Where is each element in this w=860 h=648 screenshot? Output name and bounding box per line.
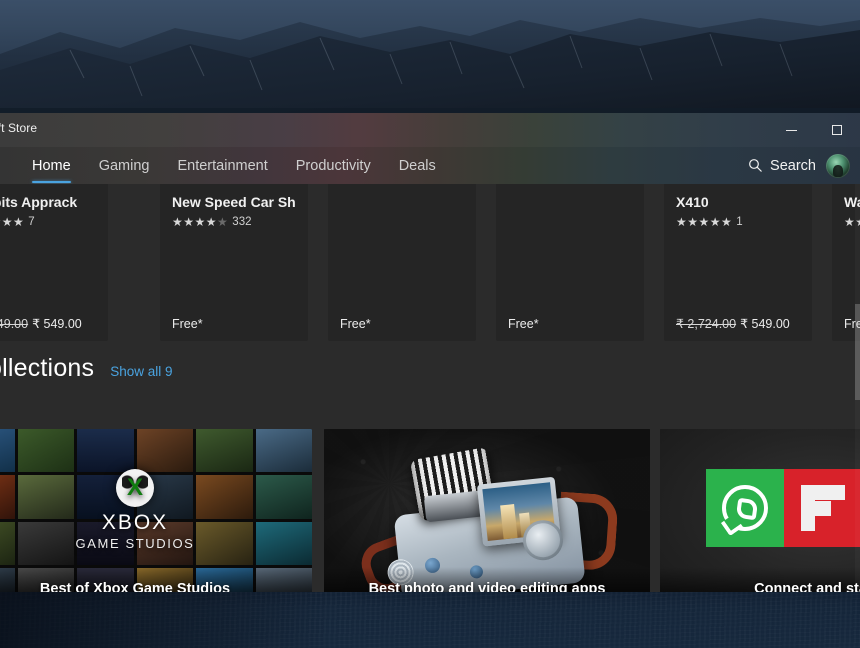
vertical-scrollbar[interactable] [855,184,860,592]
scrollbar-thumb[interactable] [855,304,860,400]
collection-card-xbox[interactable]: XBOX GAME STUDIOS Best of Xbox Game Stud… [0,429,312,592]
collections-header: ollections Show all 9 [0,354,860,394]
stars-icon: ★★★★★ [0,215,25,229]
tab-entertainment[interactable]: Entertainment [163,147,281,184]
app-price: ₹ 2,049.00₹ 549.00 [0,316,82,331]
whatsapp-icon [722,485,768,531]
tab-gaming[interactable]: Gaming [85,147,164,184]
app-card[interactable]: New Speed Car Shift ★★★★★ 332 Free* [160,184,308,341]
tab-productivity-label: Productivity [295,157,371,174]
price-current: Free* [508,317,539,331]
flipboard-icon [801,485,845,531]
rating-count: 7 [28,216,35,228]
price-current: Free* [340,317,371,331]
navigation-bar: Home Gaming Entertainment Productivity D… [0,147,860,184]
app-price: ₹ 2,724.00 ₹ 549.00 [676,316,790,331]
app-price: Free* [508,317,539,331]
app-rating: ★★★★★ 1 [676,215,800,229]
xbox-logo: XBOX GAME STUDIOS [0,469,312,551]
whatsapp-tile [706,469,784,547]
tab-deals[interactable]: Deals [385,147,450,184]
price-original: ₹ 2,724.00 [676,317,737,331]
price-current: ₹ 549.00 [32,317,82,331]
maximize-button[interactable] [814,113,860,147]
collection-caption: Best photo and video editing apps [324,567,650,592]
app-title: New Speed Car Shift [172,194,296,210]
search-button[interactable]: Search [748,158,816,174]
search-label: Search [770,157,816,174]
flipboard-tile [784,469,860,547]
app-rating: ★★★★★ 332 [172,215,296,229]
tab-home[interactable]: Home [18,147,85,184]
tab-home-label: Home [32,157,71,174]
tab-deals-label: Deals [398,157,436,174]
rating-count: 1 [736,216,743,228]
price-current: Free* [172,317,203,331]
app-card[interactable]: Thebits Apprack ★★★★★ 7 ₹ 2,049.00₹ 549.… [0,184,108,341]
collection-caption: Best of Xbox Game Studios [0,567,312,592]
stars-icon: ★★★★★ [172,215,229,229]
collection-caption: Connect and stay in [660,567,860,592]
show-all-link[interactable]: Show all 9 [110,364,172,379]
xbox-wordmark: XBOX [101,511,169,534]
app-title: X410 [676,194,709,210]
collection-card-connect[interactable]: Connect and stay in [660,429,860,592]
xbox-sub-wordmark: GAME STUDIOS [75,536,195,551]
rating-count: 332 [232,216,252,228]
minimize-button[interactable] [768,113,814,147]
app-rating: ★★★★★ 7 [0,215,96,229]
app-card[interactable]: Free* [328,184,476,341]
avatar[interactable] [826,153,850,178]
window-controls [768,113,860,147]
stars-icon: ★★★★★ [676,215,733,229]
nav-right-group: Search [748,153,860,178]
water-shadow [0,592,330,648]
app-title: Thebits Apprack [0,194,78,210]
app-price: Free* [340,317,371,331]
collections-title: ollections [0,354,95,382]
mountain-range [0,18,860,122]
app-tiles [706,469,860,547]
price-current: ₹ 549.00 [740,317,790,331]
collections-row: XBOX GAME STUDIOS Best of Xbox Game Stud… [0,429,860,592]
app-card[interactable]: X410 ★★★★★ 1 ₹ 2,724.00 ₹ 549.00 [664,184,812,341]
tab-gaming-label: Gaming [98,157,150,174]
title-bar[interactable]: osoft Store [0,113,860,147]
tab-entertainment-label: Entertainment [177,157,268,174]
search-icon [748,158,763,173]
microsoft-store-window: osoft Store Home Gaming Entertainment Pr… [0,113,860,592]
nav-items: Home Gaming Entertainment Productivity D… [18,147,450,184]
collection-card-photo-video[interactable]: Best photo and video editing apps [324,429,650,592]
tab-productivity[interactable]: Productivity [282,147,385,184]
app-price: Free* [172,317,203,331]
price-original: ₹ 2,049.00 [0,317,29,331]
store-content: Thebits Apprack ★★★★★ 7 ₹ 2,049.00₹ 549.… [0,184,860,592]
window-title: osoft Store [0,121,38,135]
xbox-sphere-icon [116,469,154,507]
app-card[interactable]: Free* [496,184,644,341]
apps-row: Thebits Apprack ★★★★★ 7 ₹ 2,049.00₹ 549.… [0,184,860,341]
